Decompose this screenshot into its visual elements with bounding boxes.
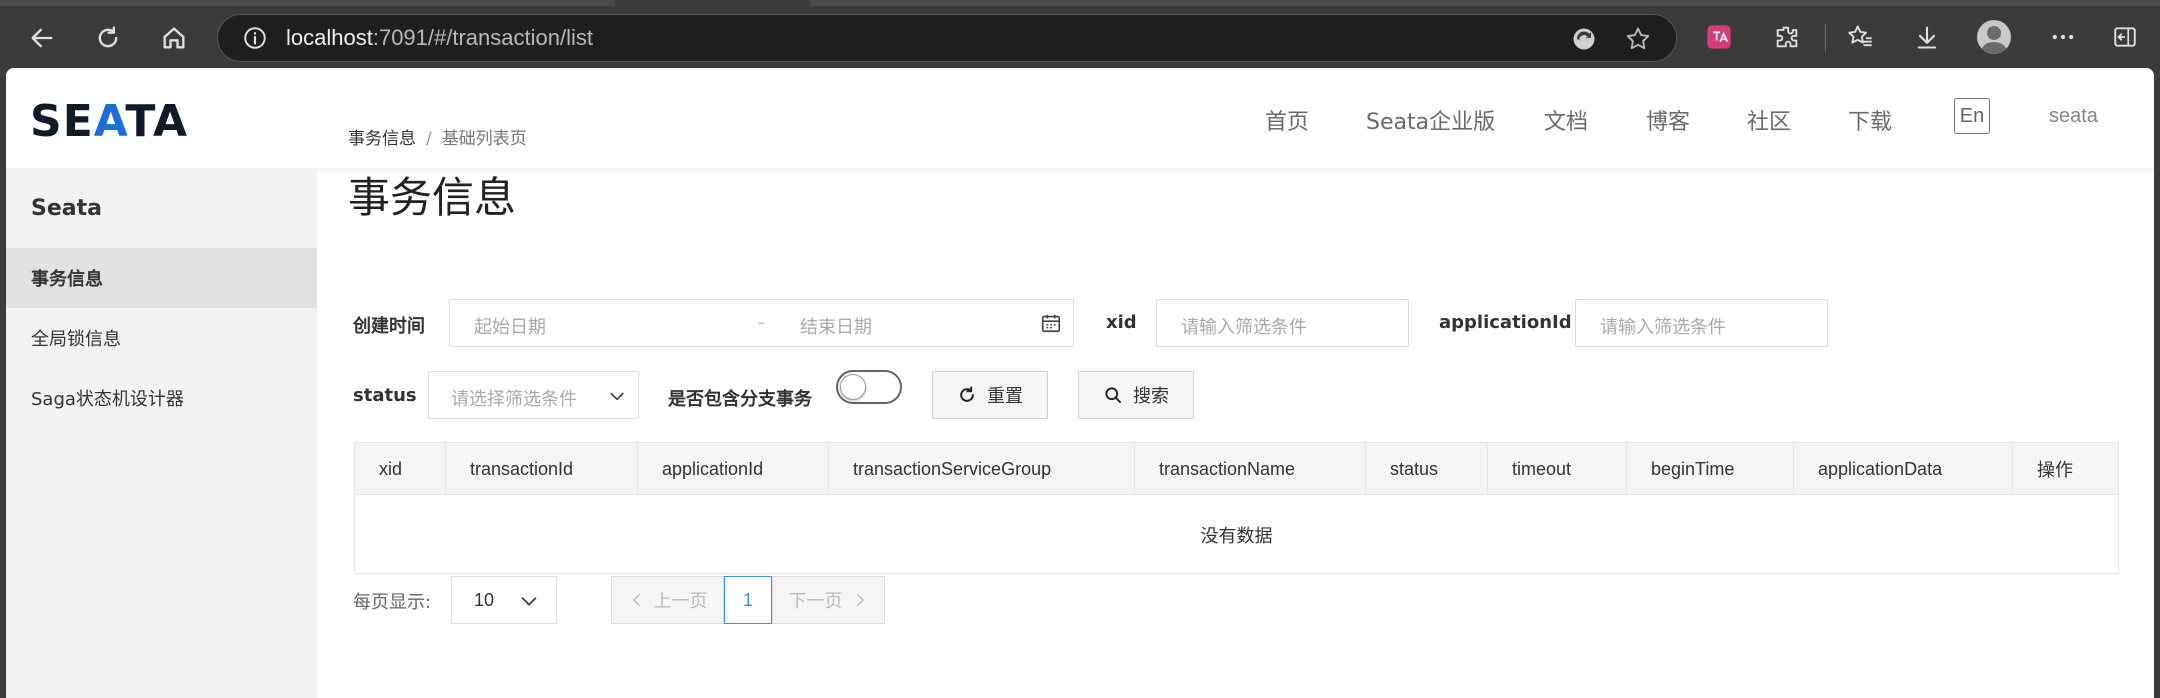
column-header-application-id[interactable]: applicationId [638,443,829,495]
page-size-value: 10 [474,590,495,610]
chevron-down-icon [518,590,540,616]
back-icon[interactable] [24,20,60,56]
include-branch-label: 是否包含分支事务 [668,389,812,410]
column-header-service-group[interactable]: transactionServiceGroup [829,443,1135,495]
prev-page-label: 上一页 [653,591,708,612]
xid-placeholder: 请输入筛选条件 [1181,317,1307,338]
chevron-right-icon [856,594,864,606]
nav-download[interactable]: 下载 [1848,104,1892,136]
include-branch-toggle[interactable] [836,370,902,404]
reset-button[interactable]: 重置 [932,371,1048,419]
breadcrumb-current: 基础列表页 [441,129,527,149]
home-icon[interactable] [156,20,192,56]
nav-blog[interactable]: 博客 [1646,104,1690,136]
avatar [1977,20,2011,54]
column-header-actions: 操作 [2037,460,2073,480]
breadcrumb-item[interactable]: 事务信息 [348,129,416,149]
browser-tab-strip [0,0,615,6]
column-header-begin-time[interactable]: beginTime [1627,443,1794,495]
refresh-icon[interactable] [90,20,126,56]
breadcrumb: 事务信息 / 基础列表页 [348,124,527,149]
more-menu-icon[interactable] [2046,20,2080,54]
nav-enterprise[interactable]: Seata企业版 [1366,104,1495,136]
page-size-label: 每页显示: [353,592,432,613]
url-path: :7091/#/transaction/list [372,25,593,50]
search-button-label: 搜索 [1133,386,1169,407]
pagination: 上一页 1 下一页 [611,576,885,624]
page-title: 事务信息 [348,173,517,222]
column-header-xid[interactable]: xid [355,443,446,495]
search-icon [1105,387,1121,403]
page-size-select[interactable]: 10 [451,576,557,624]
column-header-transaction-id[interactable]: transactionId [446,443,638,495]
xid-input[interactable]: 请输入筛选条件 [1156,299,1409,347]
end-date-placeholder[interactable]: 结束日期 [800,313,872,339]
breadcrumb-separator: / [426,129,432,149]
browser-toolbar: localhost:7091/#/transaction/list [0,0,2160,70]
reset-button-label: 重置 [987,386,1023,407]
empty-table-text: 没有数据 [1200,526,1273,547]
chevron-down-icon [607,386,627,410]
next-page-button[interactable]: 下一页 [772,576,885,624]
url-text[interactable]: localhost:7091/#/transaction/list [286,25,593,51]
nav-docs[interactable]: 文档 [1544,104,1588,136]
favorites-icon[interactable] [1843,20,1877,54]
page-number-current[interactable]: 1 [724,576,772,624]
next-page-label: 下一页 [788,591,843,612]
column-header-transaction-name[interactable]: transactionName [1135,443,1366,495]
sidebar-item-transactions[interactable]: 事务信息 [6,248,317,308]
toolbar-divider [1825,24,1826,52]
extensions-icon[interactable] [1770,20,1804,54]
address-bar[interactable]: localhost:7091/#/transaction/list [217,14,1677,62]
edge-refresh-icon[interactable] [1570,25,1598,53]
sidebar: Seata 事务信息 全局锁信息 Saga状态机设计器 [6,168,317,698]
nav-home[interactable]: 首页 [1265,104,1309,136]
column-header-application-data[interactable]: applicationData [1794,443,2013,495]
user-name[interactable]: seata [2049,105,2098,128]
create-time-label: 创建时间 [353,316,425,337]
seata-logo[interactable]: SEATA [30,96,188,147]
chevron-left-icon [632,594,640,606]
nav-community[interactable]: 社区 [1747,104,1791,136]
transaction-table: xid transactionId applicationId transact… [354,442,2119,574]
sidebar-item-global-lock[interactable]: 全局锁信息 [6,308,317,368]
browser-tab-strip [810,0,2160,6]
status-placeholder: 请选择筛选条件 [451,389,577,410]
refresh-icon [960,386,974,402]
site-header: SEATA 首页 Seata企业版 文档 博客 社区 下载 En seata [6,68,2154,168]
application-id-placeholder: 请输入筛选条件 [1600,317,1726,338]
xid-label: xid [1106,312,1137,333]
profile-avatar-icon[interactable] [1977,20,2011,54]
toggle-knob [840,374,866,400]
url-host: localhost [286,25,373,50]
start-date-placeholder[interactable]: 起始日期 [474,313,546,339]
language-toggle-button[interactable]: En [1954,98,1990,134]
status-label: status [353,385,417,406]
site-info-icon[interactable] [240,23,270,53]
search-button[interactable]: 搜索 [1078,371,1194,419]
translate-icon[interactable] [1702,20,1736,54]
date-range-separator: - [758,312,765,333]
column-header-status[interactable]: status [1366,443,1488,495]
sidebar-toggle-icon[interactable] [2108,20,2142,54]
column-header-timeout[interactable]: timeout [1488,443,1627,495]
application-id-input[interactable]: 请输入筛选条件 [1575,299,1828,347]
application-id-label: applicationId [1439,312,1572,333]
sidebar-title: Seata [31,196,102,221]
date-range-picker[interactable]: 起始日期 - 结束日期 [449,299,1074,347]
calendar-icon[interactable] [1040,312,1062,338]
favorite-star-icon[interactable] [1624,25,1652,53]
sidebar-item-saga-designer[interactable]: Saga状态机设计器 [6,368,317,428]
status-select[interactable]: 请选择筛选条件 [428,371,639,419]
table-header: xid transactionId applicationId transact… [355,443,2118,495]
downloads-icon[interactable] [1910,20,1944,54]
prev-page-button[interactable]: 上一页 [611,576,724,624]
